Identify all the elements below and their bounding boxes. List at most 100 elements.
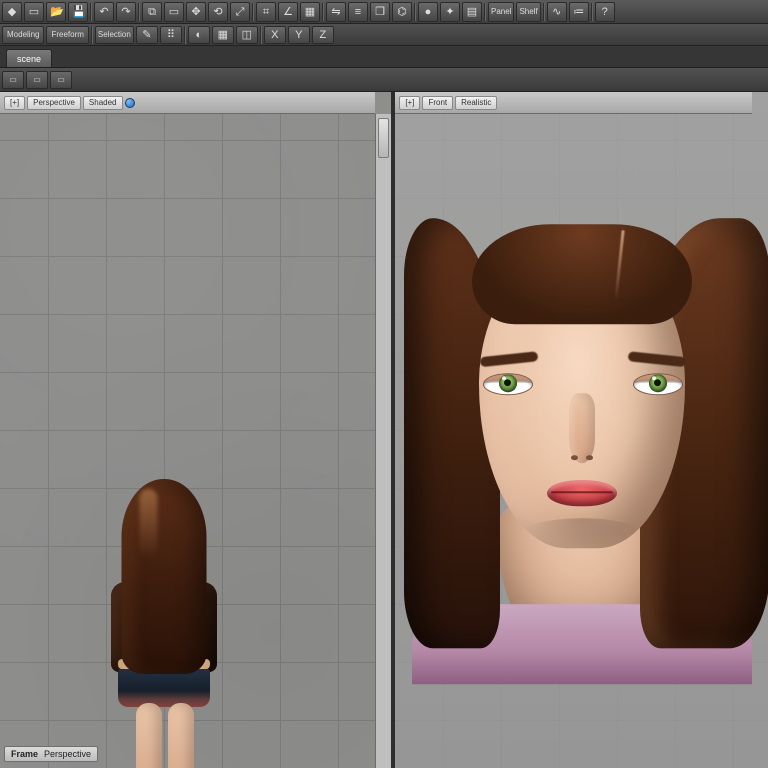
toolbar-separator [322, 3, 324, 21]
populate-icon: ⠿ [165, 29, 177, 41]
viewport-perspective[interactable]: [+]PerspectiveShaded Frame Perspective [0, 92, 395, 768]
render-setup[interactable]: ✦ [440, 2, 460, 22]
toolbar-separator [252, 3, 254, 21]
scrollbar-thumb[interactable] [378, 118, 389, 158]
snap-angle-icon: ∠ [282, 6, 294, 18]
face-canvas [395, 92, 768, 768]
file-open[interactable]: 📂 [46, 2, 66, 22]
snap-grid-icon: ▦ [304, 6, 316, 18]
shelf-slot[interactable]: ▭ [50, 71, 72, 89]
viewport-toolbar: [+]FrontRealistic [395, 92, 752, 114]
rotate-icon: ⟲ [212, 6, 224, 18]
select[interactable]: ▭ [164, 2, 184, 22]
render-frame[interactable]: ▤ [462, 2, 482, 22]
vp-menu[interactable]: [+] [399, 96, 420, 110]
z-axis[interactable]: Z [312, 26, 334, 44]
view-edged-icon: ◫ [241, 29, 253, 41]
layers[interactable]: ❐ [370, 2, 390, 22]
schematic[interactable]: ⌬ [392, 2, 412, 22]
view-wire[interactable]: ▦ [212, 26, 234, 44]
material[interactable]: ● [418, 2, 438, 22]
undo[interactable]: ↶ [94, 2, 114, 22]
help-icon: ? [599, 6, 611, 18]
align[interactable]: ≡ [348, 2, 368, 22]
redo-icon: ↷ [120, 6, 132, 18]
viewport-toolbar: [+]PerspectiveShaded [0, 92, 375, 114]
snap-angle[interactable]: ∠ [278, 2, 298, 22]
status-title: Frame [11, 749, 38, 759]
toolbar-separator [484, 3, 486, 21]
workspace-label[interactable]: Modeling [2, 26, 44, 44]
file-open-icon: 📂 [50, 6, 62, 18]
x-axis[interactable]: X [264, 26, 286, 44]
document-tab-strip: scene [0, 46, 768, 68]
render-frame-icon: ▤ [466, 6, 478, 18]
move[interactable]: ✥ [186, 2, 206, 22]
shelf-slot[interactable]: ▭ [2, 71, 24, 89]
vp-view[interactable]: Front [422, 96, 453, 110]
dope-sheet-icon: ≔ [573, 6, 585, 18]
y-axis-icon: Y [293, 29, 305, 41]
link-icon: ⧉ [146, 6, 158, 18]
align-icon: ≡ [352, 6, 364, 18]
mirror[interactable]: ⇋ [326, 2, 346, 22]
curve-editor[interactable]: ∿ [547, 2, 567, 22]
link[interactable]: ⧉ [142, 2, 162, 22]
help[interactable]: ? [595, 2, 615, 22]
toolbar-separator [591, 3, 593, 21]
shelf-slot[interactable]: ▭ [26, 71, 48, 89]
view-shade[interactable]: ◐ [188, 26, 210, 44]
x-axis-icon: X [269, 29, 281, 41]
mirror-icon: ⇋ [330, 6, 342, 18]
scene-tab[interactable]: scene [6, 49, 52, 67]
file-new-icon: ▭ [28, 6, 40, 18]
file-save[interactable]: 💾 [68, 2, 88, 22]
viewport-status: Frame Perspective [4, 746, 98, 762]
shelf-row: ▭ ▭ ▭ [0, 68, 768, 92]
main-toolbar: ◆ ▭ 📂 💾 ↶ ↷ ⧉ ▭ ✥ ⟲ ⤢ ⌗ ∠ ▦ ⇋ ≡ ❐ ⌬ ● ✦ ▤ PanelShelf ∿ ≔? [0, 0, 768, 24]
viewport-scrollbar[interactable] [375, 114, 391, 768]
populate[interactable]: ⠿ [160, 26, 182, 44]
y-axis[interactable]: Y [288, 26, 310, 44]
rotate[interactable]: ⟲ [208, 2, 228, 22]
toolbar-separator [138, 3, 140, 21]
workspace: [+]PerspectiveShaded Frame Perspective [0, 92, 768, 768]
dope-sheet[interactable]: ≔ [569, 2, 589, 22]
redo[interactable]: ↷ [116, 2, 136, 22]
move-icon: ✥ [190, 6, 202, 18]
object-paint-icon: ✎ [141, 29, 153, 41]
snap[interactable]: ⌗ [256, 2, 276, 22]
freeform-label[interactable]: Freeform [46, 26, 88, 44]
file-new[interactable]: ▭ [24, 2, 44, 22]
toolbar-separator [91, 26, 93, 44]
shelf-label[interactable]: Shelf [516, 2, 540, 22]
curve-editor-icon: ∿ [551, 6, 563, 18]
scale[interactable]: ⤢ [230, 2, 250, 22]
snap-grid[interactable]: ▦ [300, 2, 320, 22]
selection-label[interactable]: Selection [95, 26, 134, 44]
vp-shade[interactable]: Shaded [83, 96, 123, 110]
z-axis-icon: Z [317, 29, 329, 41]
layers-icon: ❐ [374, 6, 386, 18]
toolbar-separator [90, 3, 92, 21]
undo-icon: ↶ [98, 6, 110, 18]
vp-shade[interactable]: Realistic [455, 96, 497, 110]
viewport-front[interactable]: [+]FrontRealistic [395, 92, 768, 768]
vp-view[interactable]: Perspective [27, 96, 81, 110]
schematic-icon: ⌬ [396, 6, 408, 18]
object-paint[interactable]: ✎ [136, 26, 158, 44]
toolbar-separator [260, 26, 262, 44]
panel-label[interactable]: Panel [488, 2, 514, 22]
vp-menu[interactable]: [+] [4, 96, 25, 110]
character-face [432, 218, 732, 638]
file-save-icon: 💾 [72, 6, 84, 18]
view-edged[interactable]: ◫ [236, 26, 258, 44]
render-setup-icon: ✦ [444, 6, 456, 18]
toolbar-separator [543, 3, 545, 21]
material-icon: ● [422, 6, 434, 18]
toolbar-separator [184, 26, 186, 44]
viewcube-icon[interactable] [125, 98, 135, 108]
character-back-view [104, 479, 224, 768]
toolbar-separator [414, 3, 416, 21]
app-icon[interactable]: ◆ [2, 2, 22, 22]
